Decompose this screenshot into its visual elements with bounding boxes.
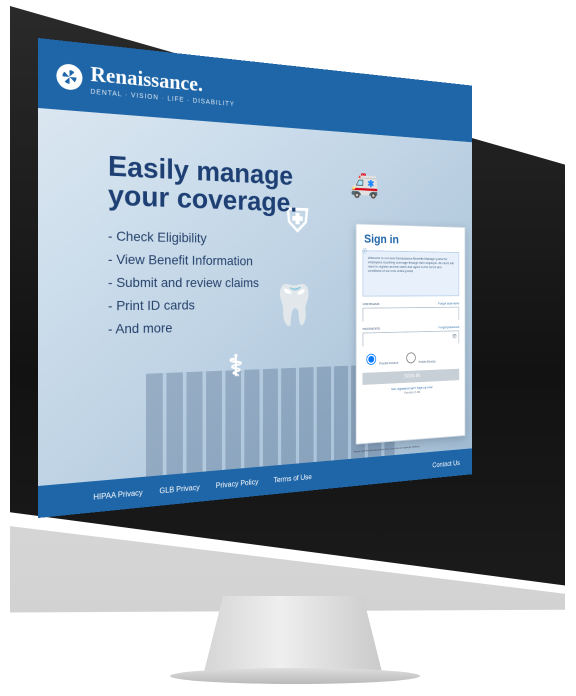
- username-field[interactable]: [363, 307, 460, 322]
- password-input[interactable]: [363, 335, 458, 349]
- signin-title: Sign in: [364, 231, 465, 247]
- hero-section: Easily manage your coverage. Check Eligi…: [108, 152, 334, 344]
- ambulance-icon: 🚑: [342, 167, 387, 204]
- hero-headline: Easily manage your coverage.: [108, 152, 334, 218]
- username-label-row: USERNAME Forgot username: [363, 301, 460, 306]
- password-label: PASSWORD: [363, 326, 380, 331]
- password-field[interactable]: 👁: [363, 330, 460, 346]
- username-label: USERNAME: [363, 302, 380, 306]
- feature-list: Check Eligibility View Benefit Informati…: [108, 228, 334, 337]
- device-type-radios: Private Device Public Device: [363, 348, 460, 366]
- forgot-username-link[interactable]: Forgot username: [438, 301, 459, 305]
- site-header: Renaissance. DENTAL · VISION · LIFE · DI…: [38, 38, 472, 142]
- info-icon: ⓘ: [363, 250, 368, 254]
- privacy-policy-link[interactable]: Privacy Policy: [216, 477, 259, 489]
- hipaa-privacy-link[interactable]: HIPAA Privacy: [93, 488, 142, 501]
- show-password-icon[interactable]: 👁: [452, 334, 457, 340]
- welcome-notice-text: Welcome to our new Renaissance Benefits …: [368, 255, 454, 272]
- public-device-option[interactable]: Public Device: [403, 349, 436, 364]
- forgot-password-link[interactable]: Forgot password: [439, 325, 460, 330]
- brand-mark-icon: [56, 62, 82, 90]
- feature-item: Submit and review claims: [108, 274, 334, 290]
- feature-item: And more: [108, 318, 334, 337]
- username-input[interactable]: [363, 312, 458, 325]
- feature-item: Check Eligibility: [108, 228, 334, 248]
- private-device-label: Private Device: [379, 360, 398, 365]
- welcome-notice: ⓘ Welcome to our new Renaissance Benefit…: [363, 250, 460, 296]
- glb-privacy-link[interactable]: GLB Privacy: [159, 483, 199, 495]
- signin-panel: Sign in ⓘ Welcome to our new Renaissance…: [356, 223, 466, 444]
- private-device-option[interactable]: Private Device: [363, 350, 399, 366]
- feature-item: View Benefit Information: [108, 251, 334, 269]
- private-device-radio[interactable]: [366, 354, 376, 365]
- doctor-icon: ⚕: [210, 342, 262, 390]
- public-device-radio[interactable]: [406, 352, 415, 363]
- website-screen: Renaissance. DENTAL · VISION · LIFE · DI…: [38, 38, 472, 518]
- signin-button[interactable]: SIGN IN: [363, 369, 460, 385]
- contact-us-link[interactable]: Contact Us: [432, 459, 460, 469]
- monitor-stand-base: [170, 668, 420, 684]
- terms-of-use-link[interactable]: Terms of Use: [273, 472, 311, 484]
- screen-wrapper: Renaissance. DENTAL · VISION · LIFE · DI…: [38, 38, 558, 538]
- public-device-label: Public Device: [419, 359, 436, 364]
- feature-item: Print ID cards: [108, 297, 334, 314]
- brand-logo[interactable]: Renaissance. DENTAL · VISION · LIFE · DI…: [56, 58, 234, 108]
